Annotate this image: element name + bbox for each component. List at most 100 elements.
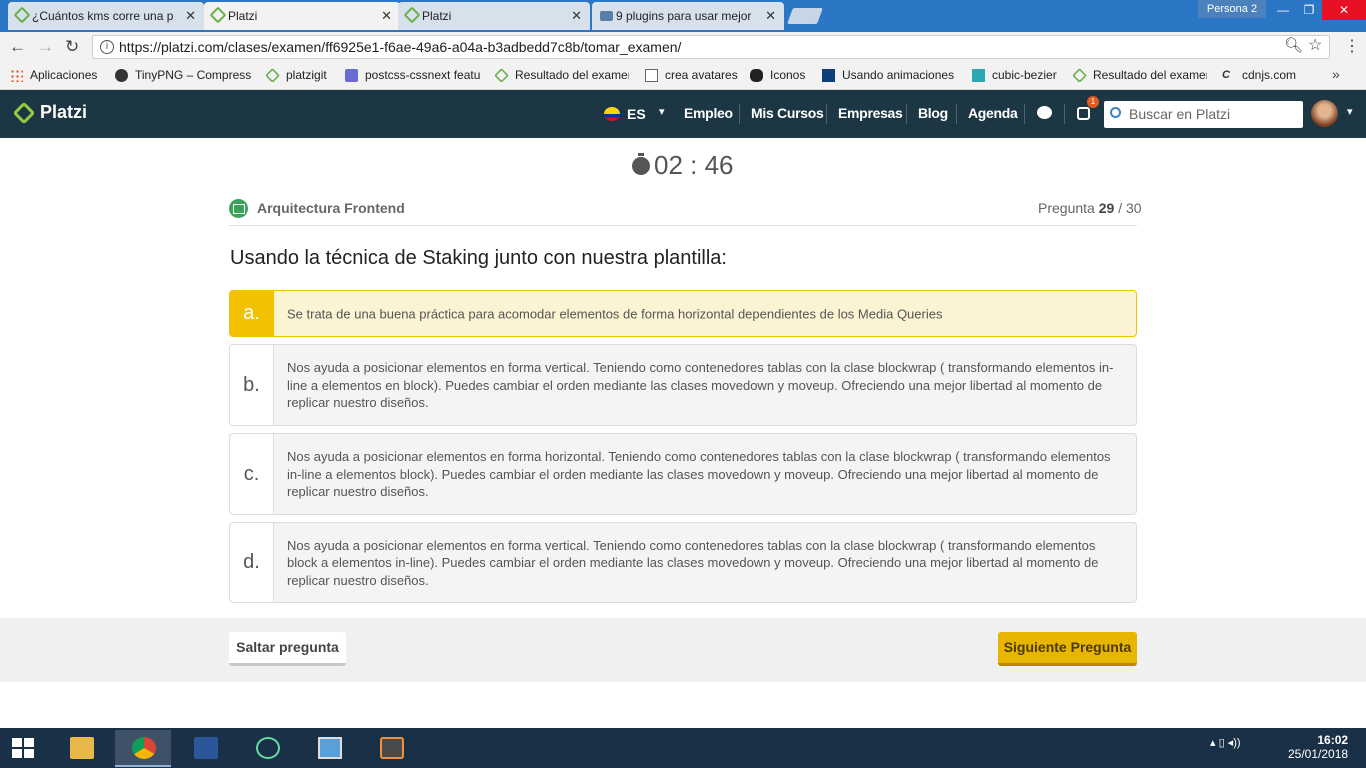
- stopwatch-icon: [632, 153, 650, 175]
- next-question-button[interactable]: Siguiente Pregunta: [998, 632, 1137, 666]
- cdnjs-icon: C: [1222, 69, 1230, 81]
- timer-text: 02 : 46: [654, 150, 734, 180]
- file-explorer-icon[interactable]: [53, 730, 109, 767]
- sublime-text-icon[interactable]: [363, 730, 419, 767]
- platzi-favicon-icon: [266, 68, 280, 82]
- bookmark-item[interactable]: Ccdnjs.com: [1222, 68, 1302, 82]
- option-letter: b.: [230, 345, 274, 425]
- bookmark-item[interactable]: Iconos: [750, 68, 812, 82]
- search-icon: [1110, 107, 1121, 118]
- question-progress: Pregunta 29 / 30: [1038, 200, 1142, 216]
- nav-divider: [906, 104, 907, 124]
- avatar[interactable]: [1311, 100, 1338, 127]
- site-info-icon[interactable]: i: [100, 40, 114, 54]
- browser-tab-strip: ¿Cuántos kms corre una p ✕ Platzi ✕ Plat…: [0, 0, 1366, 32]
- bookmark-item[interactable]: crea avatares: [645, 68, 739, 82]
- back-arrow-icon[interactable]: ←: [9, 37, 26, 57]
- windows-taskbar: ▴ ▯ ◂)) 16:02 25/01/2018: [0, 728, 1366, 768]
- exam-footer: [0, 618, 1366, 682]
- browser-menu-icon[interactable]: ⋮: [1344, 36, 1360, 56]
- tab-close-icon[interactable]: ✕: [765, 8, 776, 24]
- minimize-icon[interactable]: —: [1270, 0, 1296, 20]
- current-question: 29: [1098, 200, 1115, 216]
- chevron-down-icon[interactable]: ▾: [1347, 105, 1353, 118]
- site-search-input[interactable]: Buscar en Platzi: [1104, 101, 1303, 128]
- bookmark-item[interactable]: Resultado del examen: [495, 68, 629, 82]
- tab-title: ¿Cuántos kms corre una p: [32, 9, 174, 23]
- course-name: Arquitectura Frontend: [257, 200, 405, 216]
- more-bookmarks-icon[interactable]: »: [1332, 66, 1340, 82]
- taskbar-clock[interactable]: 16:02 25/01/2018: [1288, 733, 1348, 761]
- forward-arrow-icon[interactable]: →: [37, 37, 54, 57]
- divider: [229, 225, 1137, 226]
- blog-favicon-icon: [600, 11, 613, 21]
- browser-tab[interactable]: 9 plugins para usar mejor ✕: [592, 2, 784, 30]
- answer-option-b[interactable]: b. Nos ayuda a posicionar elementos en f…: [229, 344, 1137, 426]
- nav-empleo[interactable]: Empleo: [684, 105, 733, 121]
- tab-title: Platzi: [422, 9, 452, 23]
- tab-close-icon[interactable]: ✕: [185, 8, 196, 24]
- postcss-icon: [345, 69, 358, 82]
- window-close-icon[interactable]: ✕: [1322, 0, 1366, 20]
- question-text: Usando la técnica de Staking junto con n…: [230, 247, 727, 269]
- new-tab-button[interactable]: [787, 8, 823, 24]
- bookmark-item[interactable]: Usando animaciones: [822, 68, 956, 82]
- nav-mis-cursos[interactable]: Mis Cursos: [751, 105, 824, 121]
- platzi-favicon-icon: [209, 6, 227, 24]
- reload-icon[interactable]: ↻: [65, 37, 79, 57]
- nav-empresas[interactable]: Empresas: [838, 105, 903, 121]
- tab-title: Platzi: [228, 9, 258, 23]
- bookmark-item[interactable]: postcss-cssnext featu: [345, 68, 481, 82]
- language-selector[interactable]: ES: [627, 106, 646, 122]
- platzi-logo-icon: [12, 101, 36, 125]
- iconos-icon: [750, 69, 763, 82]
- bookmarks-bar: Aplicaciones TinyPNG – Compress platzigi…: [0, 62, 1366, 90]
- option-letter: a.: [230, 291, 274, 336]
- option-letter: d.: [230, 523, 274, 602]
- platzi-logo[interactable]: Platzi: [12, 101, 87, 125]
- url-input[interactable]: i https://platzi.com/clases/examen/ff692…: [92, 35, 1330, 59]
- browser-tab[interactable]: ¿Cuántos kms corre una p ✕: [8, 2, 204, 30]
- url-text: https://platzi.com/clases/examen/ff6925e…: [119, 39, 682, 55]
- option-letter: c.: [230, 434, 274, 514]
- notification-icon[interactable]: [1077, 107, 1090, 120]
- cubic-bezier-icon: [972, 69, 985, 82]
- bookmark-item[interactable]: Resultado del examen: [1073, 68, 1207, 82]
- atom-icon[interactable]: [239, 730, 295, 767]
- nav-agenda[interactable]: Agenda: [968, 105, 1018, 121]
- option-text: Nos ayuda a posicionar elementos en form…: [287, 537, 1099, 588]
- platzi-favicon-icon: [403, 6, 421, 24]
- bookmark-item[interactable]: TinyPNG – Compress: [115, 68, 251, 82]
- word-icon[interactable]: [177, 730, 233, 767]
- bookmark-apps[interactable]: Aplicaciones: [10, 68, 105, 82]
- apps-grid-icon: [10, 69, 23, 82]
- address-bar: ← → ↻ i https://platzi.com/clases/examen…: [0, 32, 1366, 62]
- chat-icon[interactable]: [1037, 106, 1052, 119]
- bookmark-star-icon[interactable]: ☆: [1308, 35, 1322, 55]
- answer-option-d[interactable]: d. Nos ayuda a posicionar elementos en f…: [229, 522, 1137, 603]
- photos-icon[interactable]: [301, 730, 357, 767]
- browser-tab-active[interactable]: Platzi ✕: [204, 2, 400, 30]
- site-header: Platzi ES ▾ Empleo Mis Cursos Empresas B…: [0, 90, 1366, 138]
- answer-option-a[interactable]: a. Se trata de una buena práctica para a…: [229, 290, 1137, 337]
- browser-tab[interactable]: Platzi ✕: [398, 2, 590, 30]
- animation-icon: [822, 69, 835, 82]
- total-questions: / 30: [1118, 200, 1142, 216]
- skip-question-button[interactable]: Saltar pregunta: [229, 632, 346, 666]
- tinypng-icon: [115, 69, 128, 82]
- chevron-down-icon[interactable]: ▾: [659, 105, 665, 118]
- tab-close-icon[interactable]: ✕: [381, 8, 392, 24]
- windows-start-icon[interactable]: [12, 738, 36, 760]
- bookmark-item[interactable]: cubic-bezier: [972, 68, 1064, 82]
- maximize-icon[interactable]: ❐: [1296, 0, 1322, 20]
- answer-option-c[interactable]: c. Nos ayuda a posicionar elementos en f…: [229, 433, 1137, 515]
- tab-close-icon[interactable]: ✕: [571, 8, 582, 24]
- nav-blog[interactable]: Blog: [918, 105, 948, 121]
- platzi-favicon-icon: [1073, 68, 1087, 82]
- bookmark-item[interactable]: platzigit: [266, 68, 332, 82]
- system-tray-icons[interactable]: ▴ ▯ ◂)): [1210, 736, 1241, 749]
- chrome-icon[interactable]: [115, 730, 171, 767]
- zoom-icon[interactable]: 🔍︎: [1284, 36, 1303, 54]
- platzi-favicon-icon: [13, 6, 31, 24]
- profile-button[interactable]: Persona 2: [1198, 0, 1266, 18]
